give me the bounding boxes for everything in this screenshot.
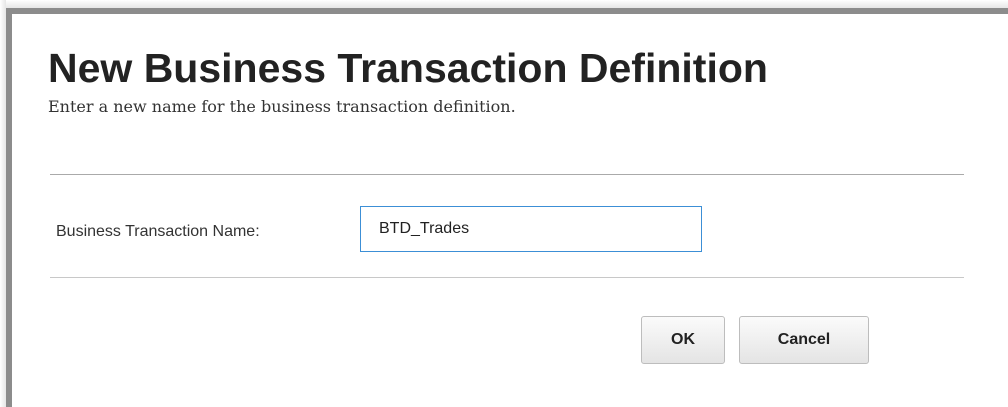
window-shadow-top <box>0 0 1008 8</box>
dialog-subtitle: Enter a new name for the business transa… <box>48 97 516 116</box>
cancel-button[interactable]: Cancel <box>739 316 869 364</box>
business-transaction-name-label: Business Transaction Name: <box>56 223 260 240</box>
business-transaction-name-input[interactable] <box>360 206 702 252</box>
ok-button[interactable]: OK <box>641 316 725 364</box>
footer-divider <box>50 277 964 278</box>
header-divider <box>50 174 964 175</box>
dialog-title: New Business Transaction Definition <box>48 45 768 91</box>
